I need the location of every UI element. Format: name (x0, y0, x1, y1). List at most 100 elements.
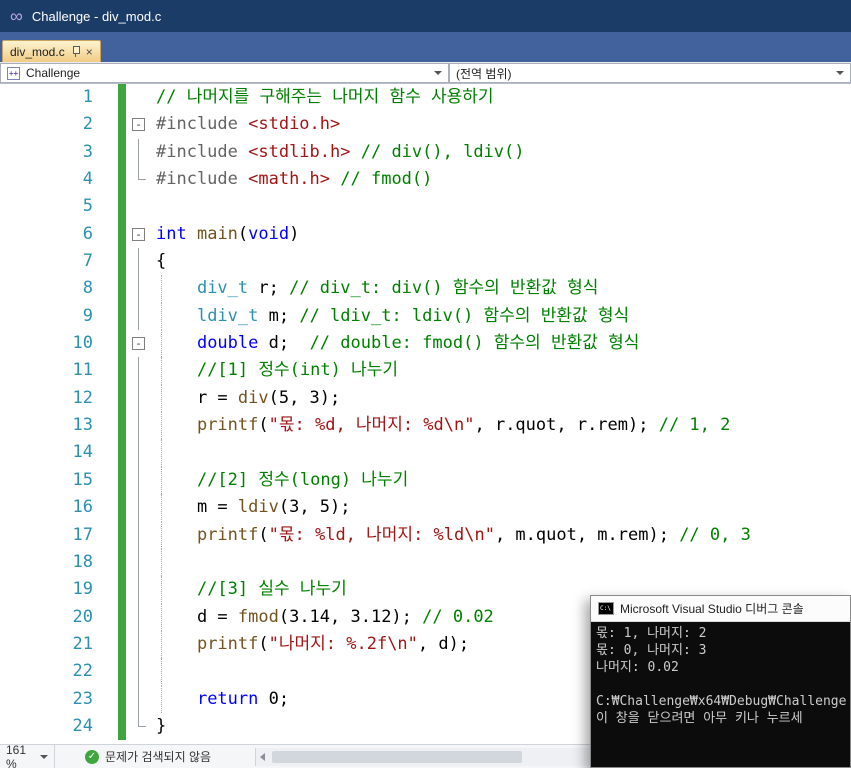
line-number[interactable]: 2 (0, 111, 93, 138)
code-token: , d); (418, 634, 469, 654)
indent-guide (161, 522, 162, 549)
chevron-down-icon (836, 71, 844, 75)
code-token: void (248, 224, 289, 244)
code-text[interactable]: printf("몫: %ld, 나머지: %ld\n", m.quot, m.r… (148, 522, 851, 549)
code-token: // 0, 3 (679, 525, 751, 545)
code-text[interactable]: div_t r; // div_t: div() 함수의 반환값 형식 (148, 275, 851, 302)
scroll-left-arrow-icon[interactable] (260, 753, 265, 761)
outline-margin (131, 549, 148, 576)
code-text[interactable]: m = ldiv(3, 5); (148, 494, 851, 521)
tab-label: div_mod.c (10, 45, 65, 59)
line-number[interactable]: 7 (0, 248, 93, 275)
code-token: //[1] 정수(int) 나누기 (197, 360, 398, 380)
fold-toggle-icon[interactable]: - (132, 118, 145, 131)
code-token: m; (258, 306, 299, 326)
outline-margin (131, 166, 148, 193)
console-line: C:₩Challenge₩x64₩Debug₩Challenge (596, 693, 845, 710)
code-text[interactable]: double d; // double: fmod() 함수의 반환값 형식 (148, 330, 851, 357)
indent-guide (161, 330, 162, 357)
code-text[interactable]: //[1] 정수(int) 나누기 (148, 357, 851, 384)
code-text[interactable]: #include <math.h> // fmod() (148, 166, 851, 193)
code-text[interactable]: #include <stdlib.h> // div(), ldiv() (148, 139, 851, 166)
code-text[interactable]: int main(void) (148, 221, 851, 248)
project-dropdown[interactable]: ++ Challenge (0, 63, 449, 83)
line-number[interactable]: 23 (0, 686, 93, 713)
outline-margin (131, 686, 148, 713)
line-number[interactable]: 5 (0, 193, 93, 220)
code-text[interactable]: //[2] 정수(long) 나누기 (148, 467, 851, 494)
code-token: (3, 5); (279, 497, 351, 517)
line-number[interactable]: 10 (0, 330, 93, 357)
indent-guide (161, 303, 162, 330)
code-text[interactable]: r = div(5, 3); (148, 385, 851, 412)
code-token: <stdlib.h> (248, 142, 350, 162)
line-number[interactable]: 19 (0, 576, 93, 603)
code-text[interactable]: { (148, 248, 851, 275)
line-number[interactable]: 4 (0, 166, 93, 193)
outline-margin (131, 84, 148, 111)
code-text[interactable]: // 나머지를 구해주는 나머지 함수 사용하기 (148, 84, 851, 111)
line-number[interactable]: 22 (0, 658, 93, 685)
scope-dropdown[interactable]: (전역 범위) (449, 63, 851, 83)
code-token: // fmod() (340, 169, 432, 189)
code-token: int (156, 224, 187, 244)
code-text[interactable]: printf("몫: %d, 나머지: %d\n", r.quot, r.rem… (148, 412, 851, 439)
outline-margin (131, 713, 148, 740)
outline-margin (131, 303, 148, 330)
code-text[interactable]: ldiv_t m; // ldiv_t: ldiv() 함수의 반환값 형식 (148, 303, 851, 330)
console-title: Microsoft Visual Studio 디버그 콘솔 (620, 600, 804, 617)
zoom-dropdown[interactable]: 161 % (0, 745, 55, 768)
code-line: 5 (0, 193, 851, 220)
indent-guide (161, 631, 162, 658)
console-line: 이 창을 닫으려면 아무 키나 누르세 (596, 710, 845, 727)
line-number[interactable]: 13 (0, 412, 93, 439)
line-number[interactable]: 20 (0, 604, 93, 631)
code-text[interactable] (148, 549, 851, 576)
pin-icon[interactable] (71, 46, 80, 58)
code-token: // 1, 2 (659, 415, 731, 435)
change-tracking-bar (118, 412, 126, 439)
line-number[interactable]: 16 (0, 494, 93, 521)
code-token: ( (258, 634, 268, 654)
code-token: // ldiv_t: ldiv() 함수의 반환값 형식 (299, 306, 629, 326)
code-text[interactable] (148, 439, 851, 466)
line-number[interactable]: 11 (0, 357, 93, 384)
scrollbar-thumb[interactable] (272, 751, 522, 763)
code-token: ldiv_t (197, 306, 258, 326)
code-token: ( (258, 415, 268, 435)
line-number[interactable]: 8 (0, 275, 93, 302)
code-line: 1 // 나머지를 구해주는 나머지 함수 사용하기 (0, 84, 851, 111)
fold-toggle-icon[interactable]: - (132, 337, 145, 350)
console-title-bar[interactable]: Microsoft Visual Studio 디버그 콘솔 (591, 596, 850, 622)
code-token: fmod (238, 607, 279, 627)
code-token: return (197, 689, 258, 709)
outline-margin (131, 658, 148, 685)
indent-guide (161, 658, 162, 685)
tab-div-mod-c[interactable]: div_mod.c × (2, 40, 101, 62)
line-number[interactable]: 6 (0, 221, 93, 248)
line-number[interactable]: 3 (0, 139, 93, 166)
code-token (156, 360, 197, 380)
line-number[interactable]: 12 (0, 385, 93, 412)
line-number[interactable]: 1 (0, 84, 93, 111)
outline-margin: - (131, 330, 148, 357)
visual-studio-logo-icon: ∞ (10, 7, 23, 25)
line-number[interactable]: 21 (0, 631, 93, 658)
code-token: <stdio.h> (248, 114, 340, 134)
code-text[interactable] (148, 193, 851, 220)
code-token: "몫: %d, 나머지: %d\n" (269, 415, 475, 435)
code-text[interactable]: #include <stdio.h> (148, 111, 851, 138)
navigation-bar: ++ Challenge (전역 범위) (0, 62, 851, 84)
line-number[interactable]: 17 (0, 522, 93, 549)
line-number[interactable]: 14 (0, 439, 93, 466)
tab-strip: div_mod.c × (0, 32, 851, 62)
fold-toggle-icon[interactable]: - (132, 228, 145, 241)
line-number[interactable]: 24 (0, 713, 93, 740)
title-bar: ∞ Challenge - div_mod.c (0, 0, 851, 32)
console-body[interactable]: 몫: 1, 나머지: 2몫: 0, 나머지: 3나머지: 0.02C:₩Chal… (591, 622, 850, 767)
line-number[interactable]: 18 (0, 549, 93, 576)
line-number[interactable]: 15 (0, 467, 93, 494)
close-icon[interactable]: × (86, 46, 93, 58)
line-number[interactable]: 9 (0, 303, 93, 330)
indent-guide (161, 467, 162, 494)
